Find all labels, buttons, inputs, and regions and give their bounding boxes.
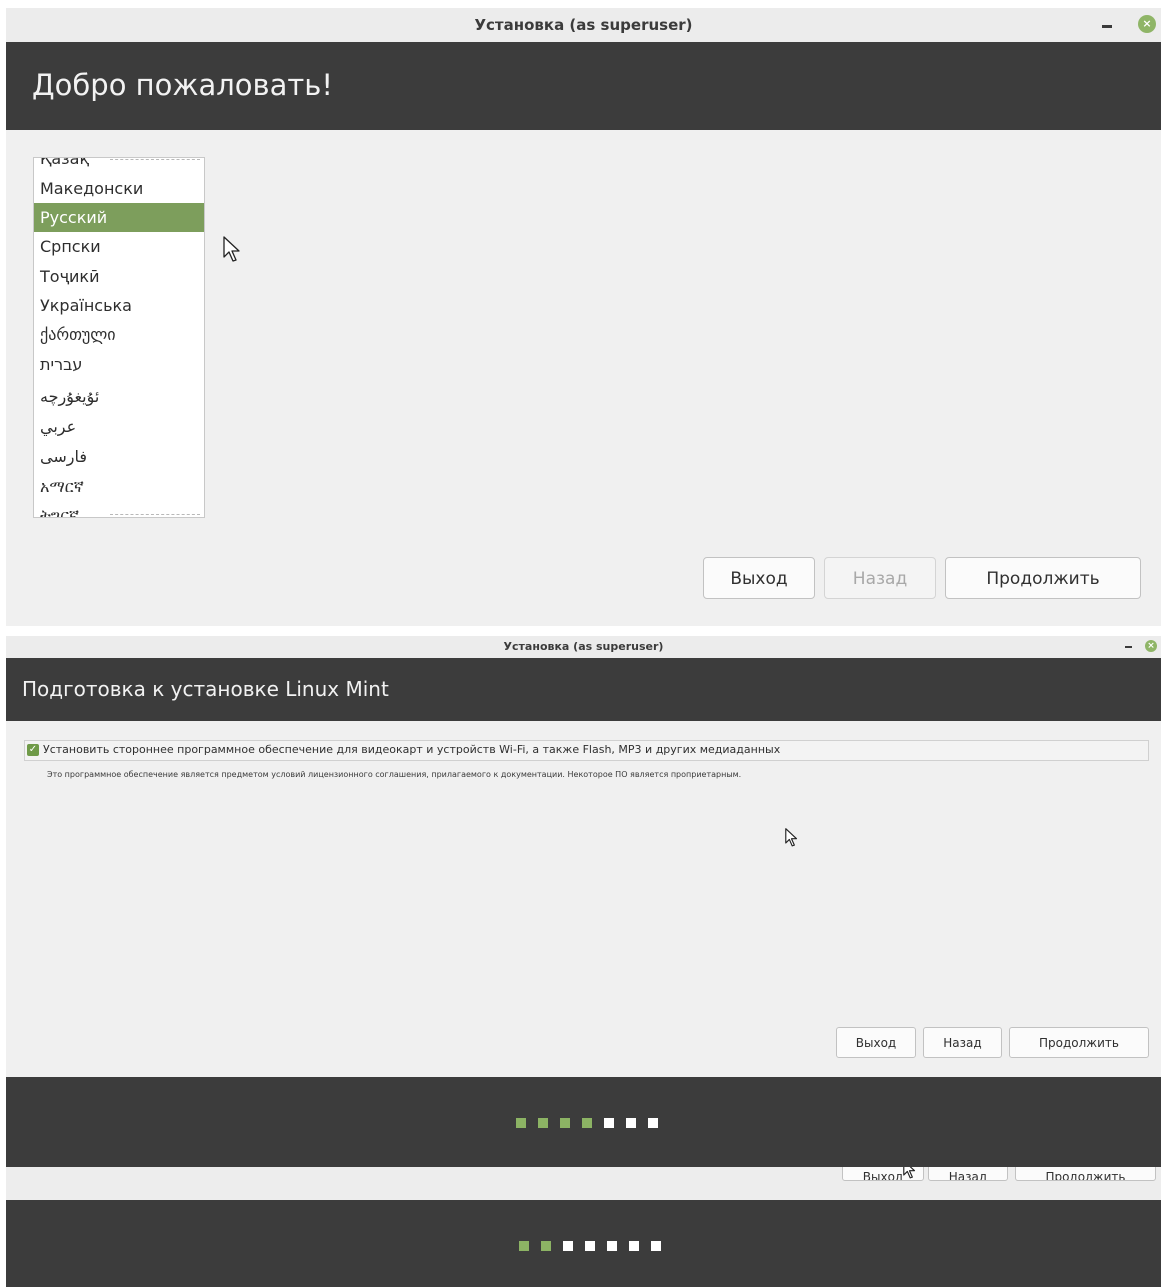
progress-step-pending xyxy=(626,1118,636,1128)
list-item[interactable]: ქართული xyxy=(34,320,204,349)
progress-step-done xyxy=(582,1118,592,1128)
codecs-checkbox-row[interactable]: ✓ Установить стороннее программное обесп… xyxy=(24,740,1149,761)
progress-step-pending xyxy=(604,1118,614,1128)
progress-step-done xyxy=(541,1241,551,1251)
slideshow-progress-band xyxy=(6,1200,1161,1287)
progress-step-pending xyxy=(585,1241,595,1251)
list-item[interactable]: עברית xyxy=(34,350,204,379)
continue-button[interactable]: Продолжить xyxy=(945,557,1141,599)
back-button[interactable]: Назад xyxy=(824,557,936,599)
codecs-checkbox-label[interactable]: Установить стороннее программное обеспеч… xyxy=(43,743,780,756)
continue-button[interactable]: Продолжить xyxy=(1015,1167,1156,1181)
continue-button[interactable]: Продолжить xyxy=(1009,1027,1149,1058)
mouse-cursor-icon xyxy=(903,1167,916,1179)
checkbox-checked-icon[interactable]: ✓ xyxy=(27,744,39,756)
list-item[interactable]: ትግርኛ xyxy=(34,501,204,517)
list-item[interactable]: Македонски xyxy=(34,174,204,203)
progress-step-pending xyxy=(648,1118,658,1128)
list-item[interactable]: አማርኛ xyxy=(34,472,204,501)
progress-step-pending xyxy=(563,1241,573,1251)
minimize-icon[interactable] xyxy=(1125,646,1132,648)
window1-header: Добро пожаловать! xyxy=(6,42,1161,130)
occluded-window-strip: Выход Назад Продолжить xyxy=(6,1167,1161,1200)
window2-title: Установка (as superuser) xyxy=(503,640,664,653)
progress-step-done xyxy=(560,1118,570,1128)
list-item[interactable]: Українська xyxy=(34,291,204,320)
window2-header: Подготовка к установке Linux Mint xyxy=(6,658,1161,721)
list-edge-divider xyxy=(110,159,200,160)
list-item[interactable]: عربي xyxy=(34,412,204,441)
page-title: Подготовка к установке Linux Mint xyxy=(22,677,389,701)
progress-step-pending xyxy=(607,1241,617,1251)
codecs-license-note: Это программное обеспечение является пре… xyxy=(47,770,742,779)
progress-step-done xyxy=(519,1241,529,1251)
list-item[interactable]: Српски xyxy=(34,232,204,261)
back-button[interactable]: Назад xyxy=(928,1167,1008,1181)
page-title: Добро пожаловать! xyxy=(32,68,334,102)
window1-title: Установка (as superuser) xyxy=(474,16,693,34)
mouse-cursor-icon xyxy=(223,236,240,262)
progress-step-pending xyxy=(651,1241,661,1251)
quit-button[interactable]: Выход xyxy=(703,557,815,599)
language-list[interactable]: Қазақ Македонски Русский Српски Тоҷикӣ У… xyxy=(33,157,205,518)
close-icon[interactable]: × xyxy=(1145,640,1157,652)
progress-step-done xyxy=(516,1118,526,1128)
list-item[interactable]: فارسی xyxy=(34,442,204,471)
window2-titlebar: Установка (as superuser) × xyxy=(6,636,1161,659)
minimize-icon[interactable] xyxy=(1102,25,1112,28)
list-item-selected[interactable]: Русский xyxy=(34,203,204,232)
list-item[interactable]: Тоҷикӣ xyxy=(34,262,204,291)
back-button[interactable]: Назад xyxy=(923,1027,1002,1058)
progress-step-done xyxy=(538,1118,548,1128)
list-item[interactable]: ئۇيغۇرچە xyxy=(34,382,204,411)
close-icon[interactable]: × xyxy=(1138,15,1156,33)
progress-step-pending xyxy=(629,1241,639,1251)
window1-titlebar: Установка (as superuser) × xyxy=(6,8,1161,43)
mouse-cursor-icon xyxy=(785,828,798,847)
list-edge-divider xyxy=(110,514,200,515)
slideshow-progress-band xyxy=(6,1077,1161,1167)
quit-button[interactable]: Выход xyxy=(836,1027,916,1058)
